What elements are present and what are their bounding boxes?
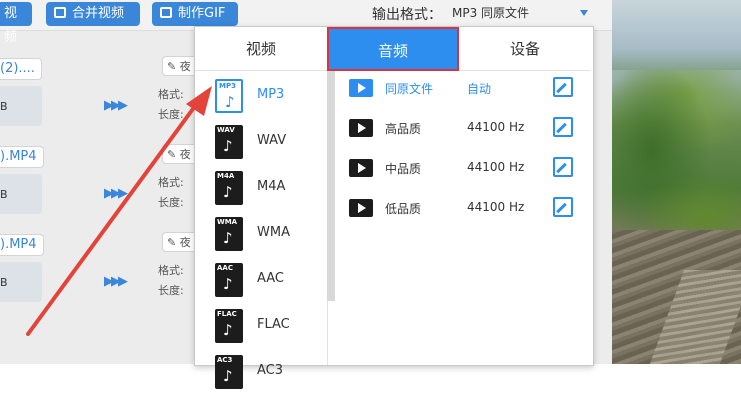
gif-icon <box>160 7 172 18</box>
music-note-icon: AAC ♪ <box>215 263 243 297</box>
gif-label: 制作GIF <box>178 6 226 21</box>
quality-name: 低品质 <box>385 202 422 216</box>
output-format-label: 输出格式： <box>372 7 442 23</box>
edit-button[interactable]: ✎ 夜 <box>162 144 198 164</box>
film-icon <box>349 159 373 177</box>
file-name[interactable]: ).MP4 <box>0 234 44 256</box>
quality-name: 同原文件 <box>385 82 434 96</box>
quality-name: 高品质 <box>385 122 422 136</box>
format-item-flac[interactable]: FLAC ♪ FLAC <box>195 303 327 349</box>
output-format-value: MP3 同原文件 <box>452 6 530 20</box>
edit-icon[interactable] <box>553 77 573 97</box>
chevron-down-icon <box>580 10 588 16</box>
quality-row[interactable]: 低品质 44100 Hz <box>345 195 585 225</box>
file-size-box: B <box>0 86 42 126</box>
file-size-box: B <box>0 174 42 214</box>
format-label: AC3 <box>257 363 284 378</box>
format-label: WAV <box>257 133 287 148</box>
duration-label: 长度: <box>158 108 184 121</box>
quality-value: 自动 <box>467 82 492 96</box>
arrow-right-icon: ▶▶▶ <box>104 186 128 201</box>
merge-icon <box>54 7 66 18</box>
quality-row[interactable]: 同原文件 自动 <box>345 75 585 105</box>
music-note-icon: AC3 ♪ <box>215 355 243 389</box>
edit-icon[interactable] <box>553 157 573 177</box>
tab-audio[interactable]: 音频 <box>327 27 459 71</box>
file-row: ).MP4 B ▶▶▶ ✎ 夜 格式: 长度: <box>0 138 198 218</box>
format-label: 格式: <box>158 264 184 277</box>
merge-label: 合并视频 <box>72 6 125 21</box>
file-size: B <box>0 276 8 289</box>
file-size-box: B <box>0 262 42 302</box>
quality-value: 44100 Hz <box>467 120 525 134</box>
format-item-m4a[interactable]: M4A ♪ M4A <box>195 165 327 211</box>
duration-label: 长度: <box>158 196 184 209</box>
output-format-select[interactable]: MP3 同原文件 <box>452 3 592 23</box>
music-note-icon: WMA ♪ <box>215 217 243 251</box>
add-video-button[interactable]: 视频 <box>0 2 32 45</box>
film-icon <box>349 199 373 217</box>
quality-value: 44100 Hz <box>467 160 525 174</box>
arrow-right-icon: ▶▶▶ <box>104 98 128 113</box>
format-picker-popup: 视频 音频 设备 MP3 ♪ MP3 WAV ♪ WAV M4A ♪ M4A WMA ♪… <box>194 26 594 389</box>
format-item-wma[interactable]: WMA ♪ WMA <box>195 211 327 257</box>
music-note-icon: M4A ♪ <box>215 171 243 205</box>
quality-row[interactable]: 中品质 44100 Hz <box>345 155 585 185</box>
format-item-aac[interactable]: AAC ♪ AAC <box>195 257 327 303</box>
quality-row[interactable]: 高品质 44100 Hz <box>345 115 585 145</box>
format-label: M4A <box>257 179 286 194</box>
file-size: B <box>0 100 8 113</box>
format-item-wav[interactable]: WAV ♪ WAV <box>195 119 327 165</box>
format-label: FLAC <box>257 317 290 332</box>
file-name[interactable]: (2).... <box>0 58 42 80</box>
quality-value: 44100 Hz <box>467 200 525 214</box>
format-item-ac3[interactable]: AC3 ♪ AC3 <box>195 349 327 395</box>
background-photo <box>612 0 741 364</box>
quality-name: 中品质 <box>385 162 422 176</box>
edit-icon[interactable] <box>553 197 573 217</box>
file-size: B <box>0 188 8 201</box>
merge-video-button[interactable]: 合并视频 <box>46 2 140 26</box>
format-list-scrollbar[interactable] <box>327 71 335 301</box>
film-icon <box>349 119 373 137</box>
edit-button[interactable]: ✎ 夜 <box>162 232 198 252</box>
video-label: 视频 <box>4 6 18 45</box>
file-name[interactable]: ).MP4 <box>0 146 44 168</box>
edit-button[interactable]: ✎ 夜 <box>162 56 198 76</box>
tab-video[interactable]: 视频 <box>195 27 327 71</box>
music-note-icon: WAV ♪ <box>215 125 243 159</box>
format-label: MP3 <box>257 87 285 102</box>
file-row: (2).... B ▶▶▶ ✎ 夜 格式: 长度: <box>0 50 198 130</box>
format-label: 格式: <box>158 88 184 101</box>
format-label: AAC <box>257 271 284 286</box>
make-gif-button[interactable]: 制作GIF <box>152 2 238 26</box>
music-note-icon: MP3 ♪ <box>215 79 243 113</box>
format-list: MP3 ♪ MP3 WAV ♪ WAV M4A ♪ M4A WMA ♪ WMA AAC ♪… <box>195 71 328 389</box>
edit-icon[interactable] <box>553 117 573 137</box>
file-row: ).MP4 B ▶▶▶ ✎ 夜 格式: 长度: <box>0 226 198 306</box>
film-icon <box>349 79 373 97</box>
duration-label: 长度: <box>158 284 184 297</box>
sea-area <box>612 0 741 70</box>
arrow-right-icon: ▶▶▶ <box>104 274 128 289</box>
format-label: 格式: <box>158 176 184 189</box>
format-label: WMA <box>257 225 290 240</box>
music-note-icon: FLAC ♪ <box>215 309 243 343</box>
tab-device[interactable]: 设备 <box>459 27 591 71</box>
format-item-mp3[interactable]: MP3 ♪ MP3 <box>195 73 327 119</box>
